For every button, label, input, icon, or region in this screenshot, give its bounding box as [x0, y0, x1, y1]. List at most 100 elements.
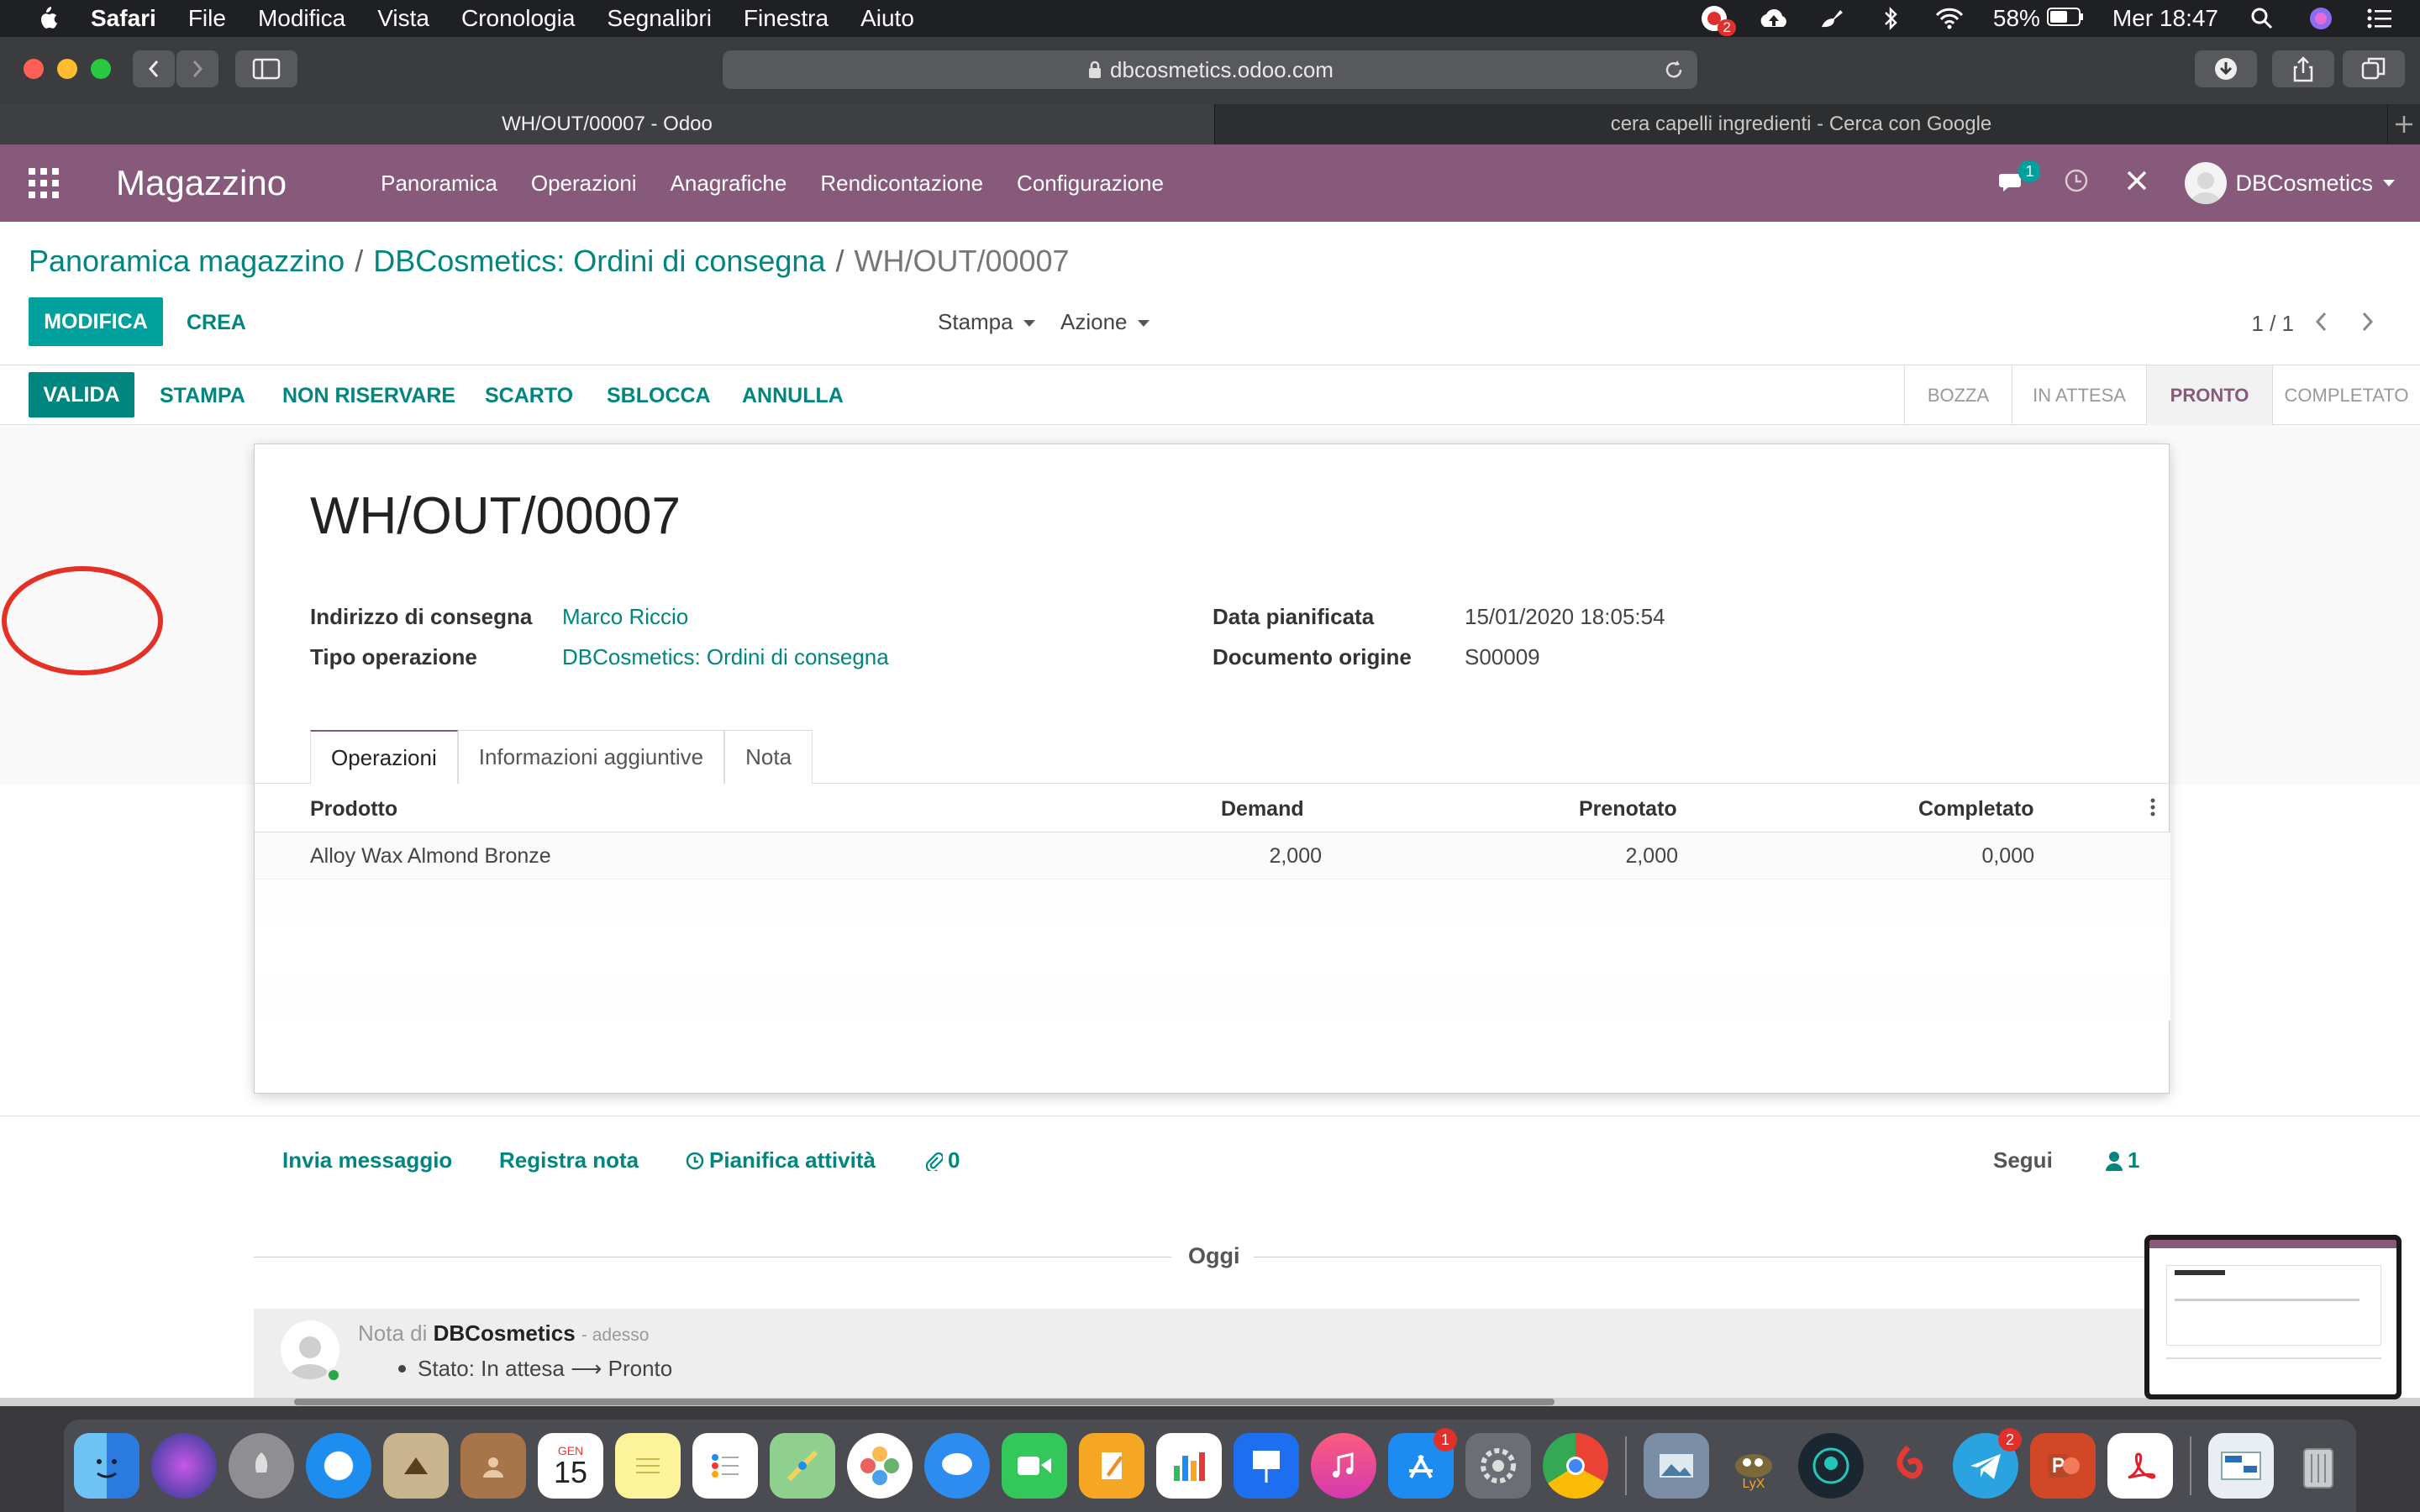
tab-operations[interactable]: Operazioni [310, 730, 458, 784]
unlock-button[interactable]: SBLOCCA [607, 384, 711, 408]
maps-icon[interactable] [770, 1433, 835, 1499]
menu-window[interactable]: Finestra [744, 5, 829, 32]
attachments-button[interactable]: 0 [924, 1147, 960, 1173]
telegram-icon[interactable]: 2 [1953, 1428, 2022, 1499]
nav-menu-operations[interactable]: Operazioni [531, 171, 637, 197]
wifi-icon[interactable] [1934, 6, 1965, 31]
zoom-window-button[interactable] [91, 59, 111, 79]
contacts-book-icon[interactable] [460, 1433, 526, 1499]
nav-menu-reporting[interactable]: Rendicontazione [820, 171, 983, 197]
column-demand[interactable]: Demand [1221, 797, 1304, 822]
app-store-icon[interactable]: 1 [1388, 1428, 1457, 1499]
pager-previous-icon[interactable] [2312, 309, 2329, 341]
nav-menu-configuration[interactable]: Configurazione [1017, 171, 1164, 197]
pager-value[interactable]: 1 / 1 [2251, 311, 2294, 337]
pages-icon[interactable] [1079, 1433, 1144, 1499]
finder-icon[interactable] [74, 1433, 139, 1499]
notes-icon[interactable] [615, 1433, 681, 1499]
edit-button[interactable]: MODIFICA [29, 297, 163, 346]
menu-history[interactable]: Cronologia [461, 5, 575, 32]
unreserve-button[interactable]: NON RISERVARE [282, 384, 455, 408]
safari-compass-icon[interactable] [306, 1433, 371, 1499]
close-window-button[interactable] [24, 59, 44, 79]
battery-status[interactable]: 58% [1993, 5, 2084, 32]
breadcrumb-delivery-orders[interactable]: DBCosmetics: Ordini di consegna [373, 244, 825, 278]
discuss-button[interactable]: 1 [1998, 160, 2041, 196]
screenshot-thumbnail[interactable] [2144, 1235, 2402, 1399]
acrobat-reader-icon[interactable] [2107, 1433, 2173, 1499]
apple-icon[interactable] [32, 3, 62, 34]
validate-button[interactable]: VALIDA [29, 372, 134, 417]
nav-menu-overview[interactable]: Panoramica [381, 171, 497, 197]
app-brand[interactable]: Magazzino [116, 163, 287, 203]
sidebar-toggle-button[interactable] [235, 50, 297, 87]
send-message-button[interactable]: Invia messaggio [282, 1147, 452, 1173]
breadcrumb-warehouse-overview[interactable]: Panoramica magazzino [29, 244, 345, 278]
numbers-icon[interactable] [1156, 1433, 1222, 1499]
launchpad-rocket-icon[interactable] [229, 1433, 294, 1499]
photos-icon[interactable] [847, 1433, 913, 1499]
tab-overview-button[interactable] [2343, 50, 2405, 87]
menubar-clock[interactable]: Mer 18:47 [2112, 5, 2218, 32]
back-button[interactable] [133, 50, 175, 87]
scrollbar-thumb[interactable] [294, 1399, 1555, 1405]
menu-app-name[interactable]: Safari [91, 5, 156, 32]
spotlight-search-icon[interactable] [2247, 6, 2277, 31]
follow-button[interactable]: Segui [1993, 1147, 2053, 1173]
menu-edit[interactable]: Modifica [258, 5, 345, 32]
tab-odoo[interactable]: WH/OUT/00007 - Odoo [0, 104, 1215, 144]
reminders-icon[interactable] [692, 1433, 758, 1499]
chrome-icon[interactable] [1543, 1433, 1608, 1499]
powerpoint-icon[interactable] [2030, 1433, 2096, 1499]
message-author[interactable]: DBCosmetics [434, 1320, 576, 1346]
address-bar[interactable]: dbcosmetics.odoo.com [723, 50, 1697, 89]
trash-icon[interactable] [2286, 1433, 2351, 1499]
optional-columns-icon[interactable] [2150, 797, 2155, 823]
red-logo-app-icon[interactable] [1876, 1433, 1941, 1499]
nav-menu-master-data[interactable]: Anagrafiche [671, 171, 787, 197]
mail-stamp-icon[interactable] [383, 1433, 449, 1499]
music-icon[interactable] [1311, 1433, 1376, 1499]
create-button[interactable]: CREA [187, 311, 246, 335]
activity-clock-icon[interactable] [2064, 168, 2089, 199]
forward-button[interactable] [176, 50, 218, 87]
tab-additional-info[interactable]: Informazioni aggiuntive [457, 730, 725, 784]
partner-link[interactable]: Marco Riccio [562, 604, 688, 630]
keynote-icon[interactable] [1234, 1433, 1299, 1499]
calendar-icon[interactable]: GEN 15 [538, 1433, 603, 1499]
scrap-button[interactable]: SCARTO [485, 384, 573, 408]
minimize-window-button[interactable] [57, 59, 77, 79]
menu-file[interactable]: File [188, 5, 226, 32]
tab-google[interactable]: cera capelli ingredienti - Cerca con Goo… [1215, 104, 2388, 144]
tab-note[interactable]: Nota [724, 730, 813, 784]
debug-tools-icon[interactable] [2124, 168, 2149, 199]
notification-app-icon[interactable]: 2 [1699, 6, 1736, 36]
user-menu[interactable]: DBCosmetics [2185, 162, 2395, 204]
print-dropdown[interactable]: Stampa [938, 309, 1035, 335]
menu-bookmarks[interactable]: Segnalibri [607, 5, 712, 32]
column-product[interactable]: Prodotto [310, 797, 397, 822]
column-done[interactable]: Completato [1918, 797, 2034, 822]
lyx-icon[interactable]: LyX [1721, 1433, 1786, 1499]
apps-menu-icon[interactable] [29, 168, 59, 198]
table-row[interactable]: Alloy Wax Almond Bronze 2,000 2,000 0,00… [255, 832, 2170, 879]
column-reserved[interactable]: Prenotato [1579, 797, 1677, 822]
new-tab-button[interactable] [2388, 104, 2420, 144]
action-dropdown[interactable]: Azione [1060, 309, 1150, 335]
gitkraken-icon[interactable] [1798, 1433, 1864, 1499]
facetime-icon[interactable] [1002, 1433, 1067, 1499]
screenshot-stack-icon[interactable] [2208, 1433, 2274, 1499]
notification-center-icon[interactable] [2365, 6, 2395, 31]
operation-type-link[interactable]: DBCosmetics: Ordini di consegna [562, 644, 889, 670]
system-preferences-gear-icon[interactable] [1465, 1433, 1531, 1499]
siri-icon[interactable] [151, 1433, 217, 1499]
downloads-button[interactable] [2195, 50, 2257, 87]
siri-icon[interactable] [2306, 6, 2336, 31]
brush-icon[interactable] [1817, 6, 1847, 31]
preview-icon[interactable] [1644, 1433, 1709, 1499]
cloud-upload-icon[interactable] [1758, 6, 1788, 31]
cancel-button[interactable]: ANNULLA [742, 384, 844, 408]
log-note-button[interactable]: Registra nota [499, 1147, 639, 1173]
messages-icon[interactable] [924, 1433, 990, 1499]
bluetooth-icon[interactable] [1876, 6, 1906, 31]
